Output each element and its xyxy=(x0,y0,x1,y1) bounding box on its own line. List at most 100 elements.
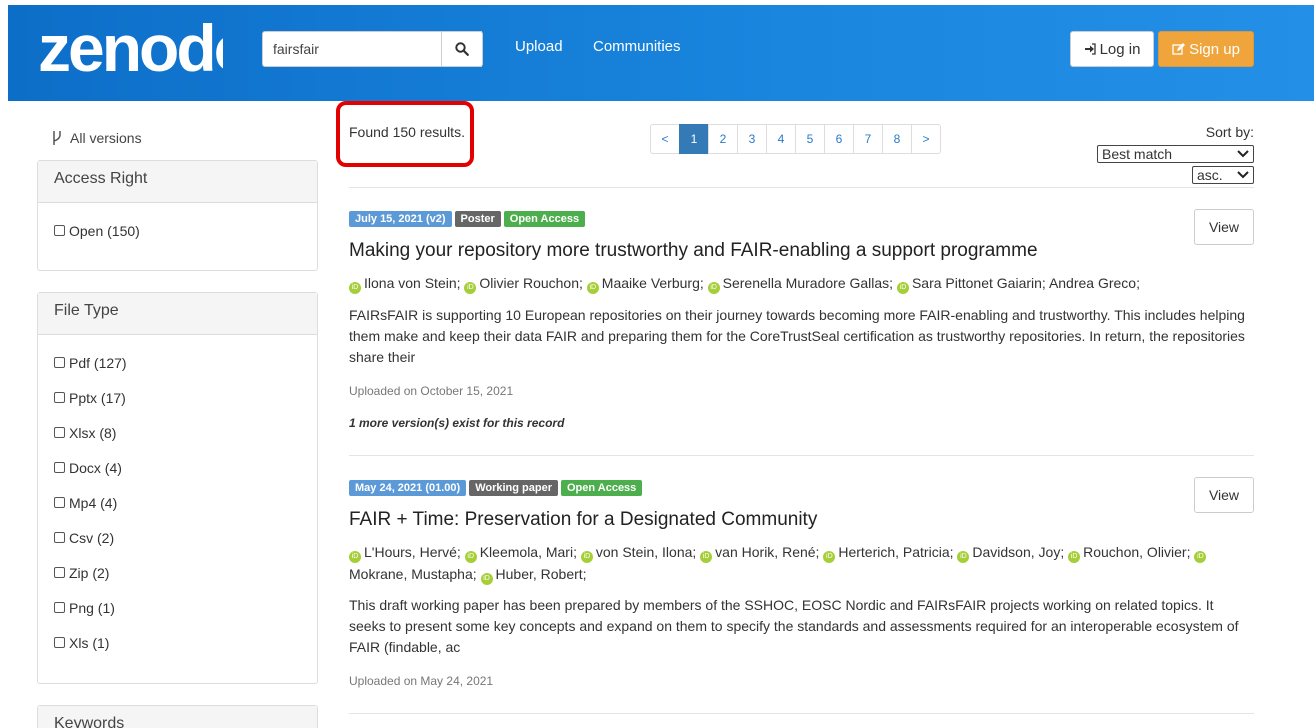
divider xyxy=(349,187,1254,188)
page-7[interactable]: 7 xyxy=(853,124,883,154)
result-authors: iD Ilona von Stein; iD Olivier Rouchon; iD… xyxy=(349,272,1249,294)
checkbox[interactable] xyxy=(54,225,65,236)
checkbox[interactable] xyxy=(54,497,65,508)
checkbox[interactable] xyxy=(54,357,65,368)
facet-access-right: Access Right Open (150) xyxy=(37,160,318,271)
view-button[interactable]: View xyxy=(1194,209,1254,245)
page-3[interactable]: 3 xyxy=(737,124,767,154)
date-badge: May 24, 2021 (01.00) xyxy=(349,480,467,496)
orcid-icon: iD xyxy=(580,551,593,563)
pagination: < 1 2 3 4 5 6 7 8 > xyxy=(650,124,941,154)
facet-item-label: Zip (2) xyxy=(69,564,110,581)
edit-icon xyxy=(1172,42,1186,55)
facet-item-label: Mp4 (4) xyxy=(69,494,118,511)
facet-checkbox-csv[interactable]: Csv (2) xyxy=(54,520,301,555)
signup-label: Sign up xyxy=(1189,40,1240,58)
checkbox[interactable] xyxy=(54,392,65,403)
versions-note[interactable]: 1 more version(s) exist for this record xyxy=(349,416,564,430)
orcid-icon: iD xyxy=(1068,551,1081,563)
page-prev[interactable]: < xyxy=(650,124,680,154)
orcid-icon: iD xyxy=(480,573,493,585)
sort-by-select[interactable]: Best match xyxy=(1097,145,1254,163)
author-name: Mokrane, Mustapha; xyxy=(349,566,477,582)
checkbox[interactable] xyxy=(54,637,65,648)
divider xyxy=(349,455,1254,456)
facet-checkbox-open[interactable]: Open (150) xyxy=(54,213,301,248)
orcid-icon: iD xyxy=(464,551,477,563)
orcid-icon: iD xyxy=(896,282,909,294)
access-badge: Open Access xyxy=(503,211,586,227)
result-title[interactable]: Making your repository more trustworthy … xyxy=(349,240,1038,262)
result-title[interactable]: FAIR + Time: Preservation for a Designat… xyxy=(349,509,817,531)
facet-item-label: Open (150) xyxy=(69,222,140,239)
uploaded-date: Uploaded on October 15, 2021 xyxy=(349,384,514,398)
login-label: Log in xyxy=(1099,40,1141,58)
author-name: Davidson, Joy; xyxy=(972,544,1065,560)
orcid-icon: iD xyxy=(349,282,361,294)
checkbox[interactable] xyxy=(54,567,65,578)
author-name: L'Hours, Hervé; xyxy=(364,544,461,560)
chevron-down-icon xyxy=(1237,171,1249,179)
facet-item-label: Xlsx (8) xyxy=(69,424,117,441)
checkbox[interactable] xyxy=(54,602,65,613)
facet-checkbox-zip[interactable]: Zip (2) xyxy=(54,555,301,590)
svg-text:zenodo: zenodo xyxy=(38,13,223,83)
zenodo-logo[interactable]: zenodo xyxy=(38,13,223,83)
author-name: Sara Pittonet Gaiarin; xyxy=(911,275,1046,291)
orcid-icon: iD xyxy=(707,282,720,294)
author-name: von Stein, Ilona; xyxy=(595,544,697,560)
facet-item-label: Docx (4) xyxy=(69,459,122,476)
page-4[interactable]: 4 xyxy=(766,124,796,154)
author-name: Herterich, Patricia; xyxy=(838,544,954,560)
login-button[interactable]: Log in xyxy=(1070,31,1154,67)
facet-checkbox-docx[interactable]: Docx (4) xyxy=(54,450,301,485)
facet-item-label: Xls (1) xyxy=(69,634,110,651)
page-6[interactable]: 6 xyxy=(824,124,854,154)
orcid-icon: iD xyxy=(957,551,970,563)
facet-item-label: Png (1) xyxy=(69,599,115,616)
access-badge: Open Access xyxy=(561,480,643,496)
date-badge: July 15, 2021 (v2) xyxy=(349,211,452,227)
checkbox[interactable] xyxy=(54,462,65,473)
facet-item-label: Pdf (127) xyxy=(69,354,127,371)
page-2[interactable]: 2 xyxy=(708,124,738,154)
facet-checkbox-xls[interactable]: Xls (1) xyxy=(54,625,301,660)
nav-upload-link[interactable]: Upload xyxy=(515,38,563,55)
orcid-icon: iD xyxy=(464,282,477,294)
top-header: zenodo Upload Communities Log in Sign up xyxy=(8,5,1314,101)
page-5[interactable]: 5 xyxy=(795,124,825,154)
facet-checkbox-pptx[interactable]: Pptx (17) xyxy=(54,380,301,415)
result-badges: July 15, 2021 (v2) Poster Open Access xyxy=(349,211,588,227)
author-name: Andrea Greco; xyxy=(1048,275,1140,291)
result-description: FAIRsFAIR is supporting 10 European repo… xyxy=(349,307,1245,365)
signup-button[interactable]: Sign up xyxy=(1158,31,1254,67)
search-icon xyxy=(455,42,469,56)
facet-checkbox-mp4[interactable]: Mp4 (4) xyxy=(54,485,301,520)
facet-item-label: Pptx (17) xyxy=(69,389,126,406)
facet-checkbox-xlsx[interactable]: Xlsx (8) xyxy=(54,415,301,450)
highlight-annotation xyxy=(336,101,474,167)
result-authors: iD L'Hours, Hervé; iD Kleemola, Mari; iD vo… xyxy=(349,541,1249,585)
sort-order-select[interactable]: asc. xyxy=(1192,166,1254,184)
facet-checkbox-png[interactable]: Png (1) xyxy=(54,590,301,625)
facet-keywords: Keywords xyxy=(37,705,318,728)
type-badge: Working paper xyxy=(469,480,558,496)
facet-item-label: Csv (2) xyxy=(69,529,115,546)
orcid-icon: iD xyxy=(823,551,836,563)
nav-communities-link[interactable]: Communities xyxy=(593,38,681,55)
page-1[interactable]: 1 xyxy=(679,124,709,154)
facet-checkbox-pdf[interactable]: Pdf (127) xyxy=(54,345,301,380)
search-button[interactable] xyxy=(441,31,483,67)
page-next[interactable]: > xyxy=(911,124,941,154)
author-name: Ilona von Stein; xyxy=(364,275,461,291)
author-name: Kleemola, Mari; xyxy=(479,544,577,560)
result-description: This draft working paper has been prepar… xyxy=(349,597,1239,655)
checkbox[interactable] xyxy=(54,532,65,543)
author-name: Olivier Rouchon; xyxy=(479,275,583,291)
page-8[interactable]: 8 xyxy=(882,124,912,154)
view-button[interactable]: View xyxy=(1194,477,1254,513)
checkbox[interactable] xyxy=(54,427,65,438)
orcid-icon: iD xyxy=(1194,551,1207,563)
all-versions-toggle[interactable]: All versions xyxy=(50,130,142,146)
facet-title: Keywords xyxy=(38,706,317,728)
